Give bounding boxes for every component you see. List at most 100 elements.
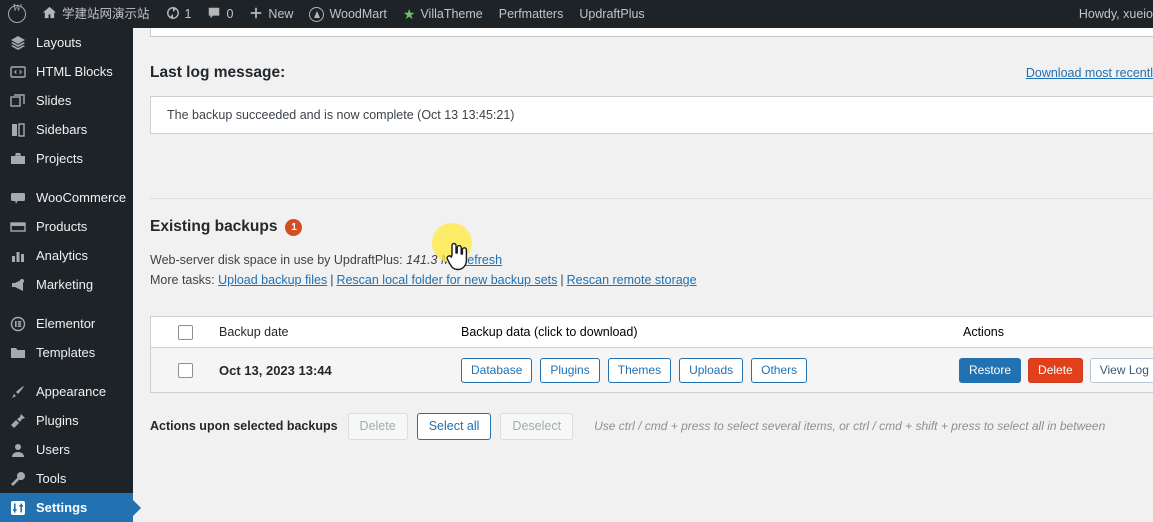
sidebar-item-label: Layouts [36, 35, 82, 50]
my-account-menu[interactable]: Howdy, xueio [1071, 0, 1153, 28]
backups-table: Backup date Backup data (click to downlo… [150, 316, 1153, 393]
woodmart-label: WoodMart [329, 7, 387, 21]
new-content-label: New [268, 7, 294, 21]
column-header-actions: Actions [963, 325, 1004, 339]
comment-bubble-icon [207, 6, 221, 23]
updates-icon [166, 6, 180, 23]
download-most-recent-link[interactable]: Download most recentl [1026, 66, 1153, 80]
sidebar-item-templates[interactable]: Templates [0, 338, 133, 367]
table-header-row: Backup date Backup data (click to downlo… [151, 317, 1153, 348]
wrench-icon [9, 470, 27, 488]
link-separator: | [560, 273, 564, 287]
sidebar-item-label: Analytics [36, 248, 89, 263]
bulk-delete-button[interactable]: Delete [347, 412, 408, 440]
section-divider [150, 198, 1153, 199]
sidebar-item-plugins[interactable]: Plugins [0, 406, 133, 435]
view-log-button[interactable]: View Log [1089, 357, 1153, 383]
home-icon [42, 5, 57, 23]
sidebar-item-html-blocks[interactable]: HTML Blocks [0, 57, 133, 86]
last-log-message-box: The backup succeeded and is now complete… [150, 96, 1153, 134]
wp-logo-menu[interactable] [0, 0, 34, 28]
main-content: Last log message: Download most recentl … [133, 28, 1153, 518]
sidebar-item-sidebars[interactable]: Sidebars [0, 115, 133, 144]
sidebar-item-label: Sidebars [36, 122, 88, 137]
sidebar-item-marketing[interactable]: Marketing [0, 270, 133, 299]
layers-icon [9, 34, 27, 52]
sidebar-item-products[interactable]: Products [0, 212, 133, 241]
bulk-select-all-button[interactable]: Select all [416, 412, 492, 440]
restore-button[interactable]: Restore [959, 357, 1022, 383]
portfolio-icon [9, 150, 27, 168]
paintbrush-icon [9, 383, 27, 401]
sidebar-item-label: Users [36, 442, 70, 457]
rescan-local-folder-link[interactable]: Rescan local folder for new backup sets [336, 273, 557, 287]
new-content-menu[interactable]: New [241, 0, 301, 28]
others-button[interactable]: Others [751, 357, 808, 383]
disk-space-row: Web-server disk space in use by UpdraftP… [150, 253, 502, 267]
existing-backups-count-badge: 1 [285, 218, 303, 236]
disk-space-label: Web-server disk space in use by UpdraftP… [150, 253, 403, 267]
perfmatters-menu[interactable]: Perfmatters [491, 0, 572, 28]
row-checkbox[interactable] [177, 362, 193, 378]
bulk-deselect-button[interactable]: Deselect [500, 412, 574, 440]
comments-count: 0 [226, 7, 234, 21]
sidebar-item-label: Marketing [36, 277, 94, 292]
site-name-menu[interactable]: 学建站网演示站 [34, 0, 158, 28]
folder-icon [9, 344, 27, 362]
delete-button[interactable]: Delete [1028, 357, 1083, 383]
perfmatters-label: Perfmatters [498, 7, 564, 21]
sidebar-item-woocommerce[interactable]: WooCommerce [0, 183, 133, 212]
table-row: Oct 13, 2023 13:44 Database Plugins Them… [151, 348, 1153, 393]
bulk-actions-hint: Use ctrl / cmd + press to select several… [594, 419, 1106, 433]
comments-menu[interactable]: 0 [199, 0, 241, 28]
villatheme-menu[interactable]: ★ VillaTheme [395, 0, 491, 28]
sidebar-item-label: Tools [36, 471, 67, 486]
themes-button[interactable]: Themes [607, 357, 672, 383]
villatheme-label: VillaTheme [420, 7, 483, 21]
woodmart-icon [309, 6, 325, 22]
sidebar-item-elementor[interactable]: Elementor [0, 309, 133, 338]
sidebar-item-users[interactable]: Users [0, 435, 133, 464]
sidebar-item-label: Slides [36, 93, 72, 108]
menu-separator [0, 367, 133, 377]
products-icon [9, 218, 27, 236]
bulk-actions-bar: Actions upon selected backups Delete Sel… [150, 410, 1153, 442]
column-header-backup-data: Backup data (click to download) [461, 325, 638, 339]
select-all-checkbox-cell[interactable] [151, 324, 219, 340]
last-log-title: Last log message: [150, 64, 286, 81]
select-all-checkbox[interactable] [177, 324, 193, 340]
elementor-icon [9, 315, 27, 333]
woodmart-menu[interactable]: WoodMart [301, 0, 394, 28]
plug-icon [9, 412, 27, 430]
row-checkbox-cell[interactable] [151, 362, 219, 378]
sidebar-item-label: Projects [36, 151, 83, 166]
sidebar-item-slides[interactable]: Slides [0, 86, 133, 115]
column-header-backup-date: Backup date [219, 325, 289, 339]
wordpress-logo-icon [8, 3, 26, 23]
database-button[interactable]: Database [461, 357, 533, 383]
user-icon [9, 441, 27, 459]
rescan-remote-storage-link[interactable]: Rescan remote storage [567, 273, 697, 287]
existing-backups-heading: Existing backups 1 [150, 218, 303, 236]
plugins-button[interactable]: Plugins [540, 357, 600, 383]
sidebar-item-label: Plugins [36, 413, 79, 428]
admin-sidebar-menu: Layouts HTML Blocks Slides Sidebars Proj… [0, 28, 133, 522]
last-log-message-text: The backup succeeded and is now complete… [167, 108, 515, 122]
sidebar-item-projects[interactable]: Projects [0, 144, 133, 173]
uploads-button[interactable]: Uploads [679, 357, 744, 383]
refresh-link[interactable]: refresh [463, 253, 502, 267]
sidebar-item-analytics[interactable]: Analytics [0, 241, 133, 270]
sidebar-icon [9, 121, 27, 139]
site-name-label: 学建站网演示站 [62, 7, 150, 21]
updraftplus-menu[interactable]: UpdraftPlus [571, 0, 652, 28]
sidebar-item-tools[interactable]: Tools [0, 464, 133, 493]
more-tasks-label: More tasks: [150, 273, 215, 287]
sidebar-item-layouts[interactable]: Layouts [0, 28, 133, 57]
panel-top-edge [150, 28, 1153, 37]
plus-icon [249, 6, 263, 23]
sidebar-item-appearance[interactable]: Appearance [0, 377, 133, 406]
upload-backup-files-link[interactable]: Upload backup files [218, 273, 327, 287]
updraftplus-label: UpdraftPlus [579, 7, 645, 21]
sidebar-item-label: HTML Blocks [36, 64, 113, 79]
updates-menu[interactable]: 1 [158, 0, 200, 28]
